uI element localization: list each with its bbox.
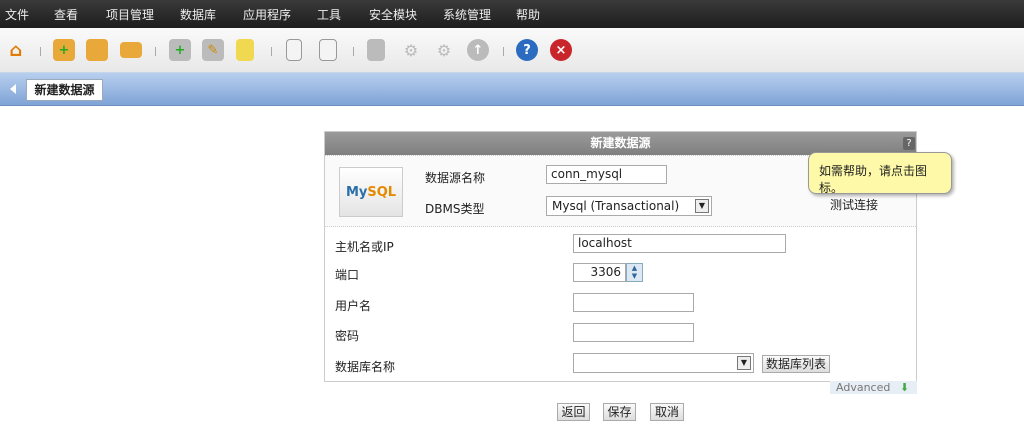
ds-name-input[interactable]: conn_mysql xyxy=(546,165,667,184)
host-label: 主机名或IP xyxy=(335,240,394,254)
menu-tools[interactable]: 工具 xyxy=(317,6,341,23)
database-list-button[interactable]: 数据库列表 xyxy=(762,355,830,373)
database-icon[interactable] xyxy=(236,39,254,61)
username-input[interactable] xyxy=(573,293,694,312)
menu-view[interactable]: 查看 xyxy=(54,6,78,23)
separator xyxy=(40,47,41,56)
dbms-type-value: Mysql (Transactional) xyxy=(552,199,680,213)
mysql-logo: My SQL xyxy=(339,167,403,217)
test-connection-link[interactable]: 测试连接 xyxy=(830,196,878,213)
menu-security[interactable]: 安全模块 xyxy=(369,6,417,23)
chevron-down-icon[interactable]: ▼ xyxy=(737,356,751,370)
password-label: 密码 xyxy=(335,329,360,343)
copy-page-icon[interactable] xyxy=(319,39,337,61)
menu-file[interactable]: 文件 xyxy=(5,6,29,23)
separator xyxy=(353,47,354,56)
separator xyxy=(155,47,156,56)
toolbar: ⌂ + + ✎ ⚙ ⚙ ↑ ? × xyxy=(0,28,1024,72)
logo-text: SQL xyxy=(367,184,397,200)
save-button[interactable]: 保存 xyxy=(603,403,636,421)
host-input[interactable]: localhost xyxy=(573,234,786,253)
cancel-button[interactable]: 取消 xyxy=(650,403,684,421)
separator xyxy=(271,47,272,56)
dbname-select[interactable]: ▼ xyxy=(573,353,754,373)
menu-project[interactable]: 项目管理 xyxy=(106,6,154,23)
menu-system[interactable]: 系统管理 xyxy=(443,6,491,23)
settings2-icon[interactable]: ⚙ xyxy=(433,39,455,61)
open-folder-icon[interactable] xyxy=(86,39,108,61)
logo-text: My xyxy=(345,184,368,200)
home-icon[interactable]: ⌂ xyxy=(5,39,27,61)
save-icon[interactable] xyxy=(367,39,385,61)
tab-bar: 新建数据源 xyxy=(0,72,1024,106)
menu-bar: 文件 查看 项目管理 数据库 应用程序 工具 安全模块 系统管理 帮助 xyxy=(0,0,1024,28)
add-database-icon[interactable]: + xyxy=(169,39,191,61)
separator xyxy=(503,47,504,56)
ds-name-label: 数据源名称 xyxy=(425,171,486,185)
advanced-label: Advanced xyxy=(836,381,891,394)
port-input[interactable]: 3306 xyxy=(573,263,626,282)
dbname-label: 数据库名称 xyxy=(335,360,396,374)
back-button[interactable]: 返回 xyxy=(557,403,590,421)
settings-icon[interactable]: ⚙ xyxy=(400,39,422,61)
username-label: 用户名 xyxy=(335,299,372,313)
menu-help[interactable]: 帮助 xyxy=(516,6,540,23)
advanced-toggle[interactable]: Advanced ⬇ xyxy=(830,381,917,394)
menu-database[interactable]: 数据库 xyxy=(180,6,216,23)
help-icon[interactable]: ? xyxy=(516,39,538,61)
close-icon[interactable]: × xyxy=(550,39,572,61)
dbms-type-select[interactable]: Mysql (Transactional) ▼ xyxy=(546,196,712,216)
edit-database-icon[interactable]: ✎ xyxy=(202,39,224,61)
new-folder-icon[interactable]: + xyxy=(53,39,75,61)
upload-icon[interactable]: ↑ xyxy=(467,39,489,61)
menu-application[interactable]: 应用程序 xyxy=(243,6,291,23)
password-input[interactable] xyxy=(573,323,694,342)
arrow-down-icon: ⬇ xyxy=(899,381,910,394)
folder-icon[interactable] xyxy=(120,42,142,58)
chevron-down-icon[interactable]: ▼ xyxy=(695,199,709,213)
tab-new-datasource[interactable]: 新建数据源 xyxy=(26,79,103,101)
help-icon[interactable]: ? xyxy=(903,137,915,150)
port-stepper[interactable]: ▲ ▼ xyxy=(626,263,643,282)
help-tooltip: 如需帮助，请点击图标。 xyxy=(808,152,952,195)
port-label: 端口 xyxy=(335,268,360,282)
back-arrow-icon[interactable] xyxy=(10,84,16,94)
dbms-type-label: DBMS类型 xyxy=(425,202,485,216)
new-page-icon[interactable] xyxy=(286,39,302,61)
